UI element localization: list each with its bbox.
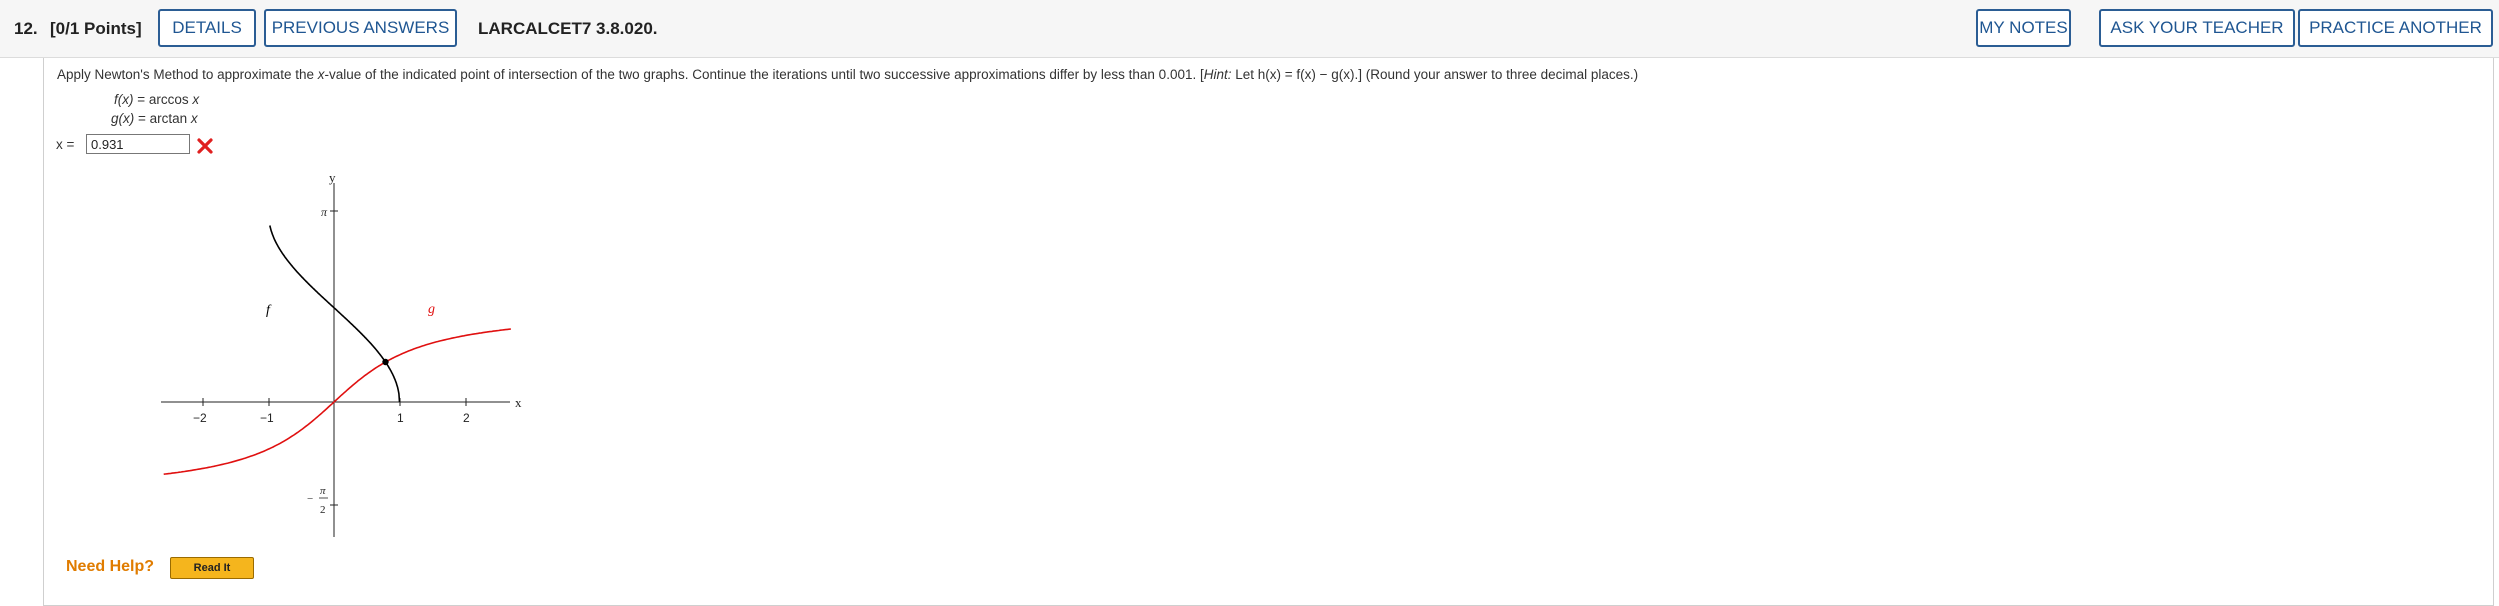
question-number: 12.: [14, 19, 38, 38]
g-lhs: g(x): [111, 111, 135, 126]
f-curve-label: f: [266, 303, 272, 318]
problem-statement: Apply Newton's Method to approximate the…: [57, 67, 1638, 82]
y-tick-label-neg-pi-half-denominator: 2: [320, 504, 326, 516]
g-arg: x: [190, 111, 198, 126]
y-tick-label-neg-pi-half-sign: −: [307, 493, 313, 505]
incorrect-x-icon: [197, 138, 213, 154]
g-rhs: = arctan: [134, 111, 191, 126]
x-axis-label: x: [515, 395, 522, 410]
read-it-button[interactable]: Read It: [170, 557, 254, 579]
answer-label: x =: [56, 137, 75, 152]
g-curve-label: g: [428, 302, 435, 317]
practice-another-button[interactable]: PRACTICE ANOTHER: [2298, 9, 2493, 47]
assignment-code: LARCALCET7 3.8.020.: [478, 19, 658, 38]
previous-answers-button[interactable]: PREVIOUS ANSWERS: [264, 9, 457, 47]
problem-text-1: Apply Newton's Method to approximate the: [57, 67, 318, 82]
f-arg: x: [192, 92, 200, 107]
intersection-graph: x y −2 −1 1 2 π π 2 − f g: [161, 170, 522, 537]
f-lhs: f(x): [114, 92, 134, 107]
y-axis-label: y: [329, 170, 336, 185]
question-points: [0/1 Points]: [50, 19, 142, 38]
x-tick-label: 1: [397, 411, 404, 425]
x-tick-label: 2: [463, 411, 470, 425]
y-tick-label-pi: π: [321, 205, 328, 219]
f-definition: f(x) = arccos x: [114, 92, 199, 107]
f-rhs: = arccos: [133, 92, 193, 107]
intersection-point: [382, 358, 389, 366]
g-definition: g(x) = arctan x: [111, 111, 198, 126]
question-header: 12. [0/1 Points] DETAILS PREVIOUS ANSWER…: [0, 0, 2499, 58]
y-tick-label-neg-pi-half-numerator: π: [320, 485, 326, 497]
ask-your-teacher-button[interactable]: ASK YOUR TEACHER: [2099, 9, 2295, 47]
problem-text-4: ] (Round your answer to three decimal pl…: [1358, 67, 1639, 82]
details-button[interactable]: DETAILS: [158, 9, 256, 47]
hint-label: Hint:: [1203, 67, 1232, 82]
f-curve: [269, 225, 401, 403]
x-tick-label: −2: [193, 411, 207, 425]
problem-text-3: Let: [1231, 67, 1258, 82]
my-notes-button[interactable]: MY NOTES: [1976, 9, 2071, 47]
answer-input[interactable]: [86, 134, 190, 154]
need-help-label: Need Help?: [66, 558, 155, 575]
hint-formula: h(x) = f(x) − g(x).: [1257, 67, 1359, 82]
x-tick-label: −1: [260, 411, 274, 425]
problem-text-2: -value of the indicated point of interse…: [324, 67, 1204, 82]
